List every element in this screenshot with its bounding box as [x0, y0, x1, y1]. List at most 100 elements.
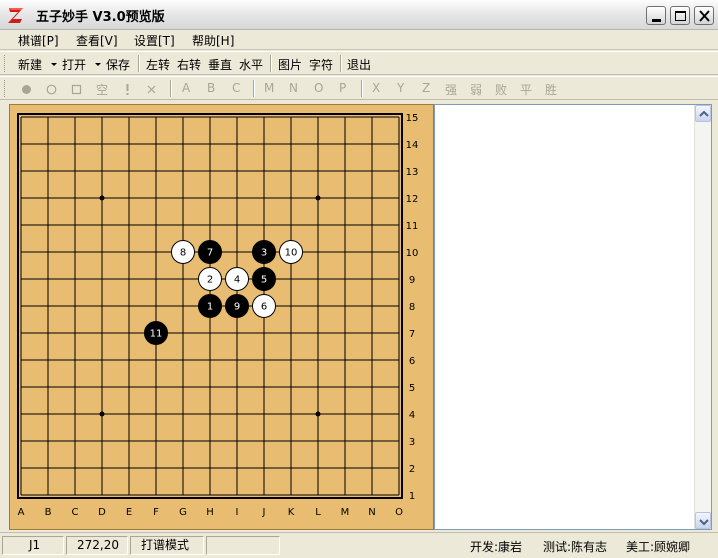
move-number: 4: [234, 275, 240, 286]
chevron-up-icon: [699, 110, 709, 117]
mark-win[interactable]: 胜: [545, 81, 557, 98]
column-label: I: [236, 507, 239, 518]
move-number: 9: [234, 302, 240, 313]
main-toolbar: 新建 打开 保存 左转 右转 垂直 水平 图片 字符 退出: [0, 51, 718, 75]
mark-letter-c[interactable]: C: [232, 81, 240, 95]
mark-strong[interactable]: 强: [445, 81, 457, 98]
minimize-button[interactable]: [646, 6, 666, 25]
star-point: [99, 411, 105, 417]
move-number: 3: [261, 248, 267, 259]
z-logo-icon: [8, 8, 23, 23]
toolbar-separator: [253, 80, 255, 97]
scroll-down-button[interactable]: [695, 512, 711, 529]
close-button[interactable]: [694, 6, 714, 25]
toolbar-separator: [138, 55, 140, 72]
move-number: 11: [150, 329, 163, 340]
row-label: 2: [409, 464, 415, 475]
comment-pane[interactable]: [434, 104, 712, 530]
flip-vertical-button[interactable]: 垂直: [208, 56, 232, 73]
column-label: N: [368, 507, 375, 518]
toolbar-separator: [361, 80, 363, 97]
menu-help[interactable]: 帮助[H]: [192, 32, 234, 49]
column-label: A: [18, 507, 25, 518]
move-number: 7: [207, 248, 213, 259]
move-number: 1: [207, 302, 213, 313]
open-dropdown-icon[interactable]: [95, 63, 101, 66]
rotate-left-button[interactable]: 左转: [146, 56, 170, 73]
menu-view[interactable]: 查看[V]: [76, 32, 118, 49]
menu-settings[interactable]: 设置[T]: [134, 32, 175, 49]
row-label: 13: [406, 167, 419, 178]
mark-lose[interactable]: 败: [495, 81, 507, 98]
open-button[interactable]: 打开: [62, 56, 86, 73]
status-tester: 测试:陈有志: [543, 540, 608, 554]
mark-letter-a[interactable]: A: [182, 81, 190, 95]
mark-weak[interactable]: 弱: [470, 81, 482, 98]
chevron-down-icon: [699, 519, 709, 526]
column-label: L: [315, 507, 321, 518]
row-label: 10: [406, 248, 419, 259]
status-bar: J1 272,20 打谱模式 开发:康岩 测试:陈有志 美工:顾婉卿: [0, 532, 718, 558]
mark-letter-p[interactable]: P: [339, 81, 346, 95]
toolbar-grip[interactable]: [4, 80, 7, 97]
mark-letter-b[interactable]: B: [207, 81, 215, 95]
new-button[interactable]: 新建: [18, 56, 42, 73]
vertical-scrollbar[interactable]: [694, 105, 711, 529]
white-stone-icon[interactable]: [46, 84, 57, 95]
mark-letter-o[interactable]: O: [314, 81, 323, 95]
row-label: 4: [409, 410, 415, 421]
column-label: M: [341, 507, 350, 518]
column-label: D: [98, 507, 106, 518]
mark-letter-y[interactable]: Y: [397, 81, 404, 95]
row-label: 14: [406, 140, 419, 151]
mark-letter-n[interactable]: N: [289, 81, 298, 95]
empty-mark-button[interactable]: 空: [96, 81, 108, 98]
row-label: 15: [406, 113, 419, 124]
black-stone-icon[interactable]: [21, 84, 32, 95]
row-label: 8: [409, 302, 415, 313]
star-point: [315, 195, 321, 201]
maximize-icon: [675, 11, 686, 21]
menu-game-record[interactable]: 棋谱[P]: [18, 32, 59, 49]
status-mode: 打谱模式: [130, 536, 204, 555]
mark-draw[interactable]: 平: [520, 81, 532, 98]
status-coords: 272,20: [66, 536, 128, 555]
star-point: [315, 411, 321, 417]
exclamation-icon[interactable]: [123, 83, 132, 96]
menu-bar: 棋谱[P] 查看[V] 设置[T] 帮助[H]: [0, 30, 718, 50]
move-number: 8: [180, 248, 186, 259]
mark-letter-z[interactable]: Z: [422, 81, 430, 95]
column-label: E: [126, 507, 132, 518]
chars-button[interactable]: 字符: [309, 56, 333, 73]
board-panel: 15 14 13 12 11 10 9 8 7 6 5 4 3 2 1 A B C D E F G H I J K L M N O 1 2 3 4…: [9, 104, 434, 530]
square-icon[interactable]: [71, 84, 82, 95]
save-button[interactable]: 保存: [106, 56, 130, 73]
maximize-button[interactable]: [670, 6, 690, 25]
rotate-right-button[interactable]: 右转: [177, 56, 201, 73]
toolbar-grip[interactable]: [4, 55, 7, 72]
row-label: 9: [409, 275, 415, 286]
row-label: 3: [409, 437, 415, 448]
row-label: 1: [409, 491, 415, 502]
title-bar[interactable]: 五子妙手 V3.0预览版: [0, 0, 718, 30]
toolbar-separator: [170, 80, 172, 97]
exit-button[interactable]: 退出: [347, 56, 371, 73]
flip-horizontal-button[interactable]: 水平: [239, 56, 263, 73]
mark-letter-m[interactable]: M: [264, 81, 274, 95]
column-label: J: [262, 507, 266, 518]
cross-icon[interactable]: [146, 84, 157, 95]
row-label: 6: [409, 356, 415, 367]
mark-letter-x[interactable]: X: [372, 81, 380, 95]
move-number: 6: [261, 302, 267, 313]
row-label: 11: [406, 221, 419, 232]
status-developer: 开发:康岩: [470, 540, 523, 554]
row-label: 12: [406, 194, 419, 205]
new-dropdown-icon[interactable]: [51, 63, 57, 66]
column-label: H: [206, 507, 214, 518]
image-button[interactable]: 图片: [278, 56, 302, 73]
window-title: 五子妙手 V3.0预览版: [36, 10, 165, 25]
column-label: K: [288, 507, 295, 518]
gomoku-board[interactable]: 151413121110987654321A B C D E F G H I J K L M N O1234…: [10, 105, 433, 529]
star-point: [99, 195, 105, 201]
scroll-up-button[interactable]: [695, 105, 711, 122]
